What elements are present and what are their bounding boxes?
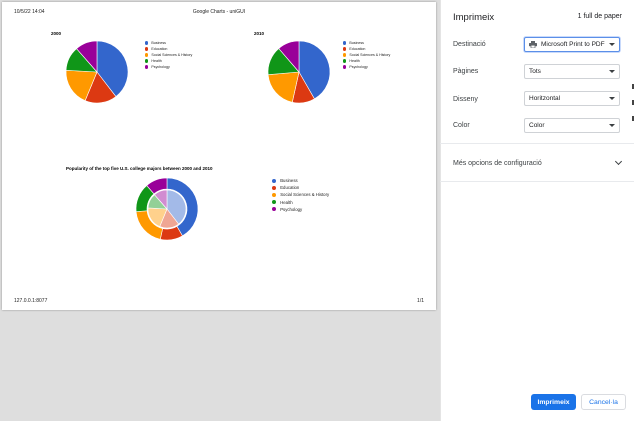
legend-label: Social Sciences & History (280, 192, 330, 198)
legend-swatch (272, 178, 277, 183)
side-scroll-marks (632, 84, 634, 121)
layout-value: Horitzontal (529, 95, 561, 102)
legend-swatch (343, 65, 347, 69)
print-footer-page: 1/1 (417, 298, 424, 304)
dropdown-arrow-icon (609, 70, 615, 73)
legend-diff: Business Education Social Sciences & Histo… (272, 177, 329, 213)
color-label: Color (453, 122, 470, 129)
chart-title-2010: 2010 (254, 31, 265, 36)
section-divider (440, 181, 634, 182)
chart-title-2000: 2000 (51, 31, 62, 36)
legend-2000: Business Education Social Sciences & Histo… (145, 40, 192, 70)
legend-2010: Business Education Social Sciences & Histo… (343, 40, 390, 70)
diff-legend-item-social-sciences-history: Social Sciences & History (272, 191, 329, 198)
preview-page: 10/5/22 14:04 Google Charts - uniGUI 200… (2, 2, 436, 310)
color-select[interactable]: Color (524, 118, 620, 133)
legend-label: Education (151, 47, 168, 51)
pie-chart-2010 (267, 40, 331, 104)
pages-label: Pàgines (453, 68, 479, 75)
print-header-title: Google Charts - uniGUI (192, 9, 246, 15)
printer-icon (529, 41, 537, 49)
pages-value: Tots (529, 68, 541, 75)
legend-label: Social Sciences & History (349, 53, 391, 57)
legend-swatch (272, 200, 277, 205)
legend-swatch (343, 59, 347, 63)
legend-label: Business (151, 41, 166, 45)
pages-select[interactable]: Tots (524, 64, 620, 79)
destination-label: Destinació (453, 41, 486, 48)
dropdown-arrow-icon (609, 43, 615, 46)
legend-label: Education (349, 47, 366, 51)
legend-swatch (145, 65, 149, 69)
legend-label: Business (349, 41, 364, 45)
legend-swatch (343, 47, 347, 51)
diff-pie-chart (135, 177, 199, 241)
chevron-down-icon (614, 157, 623, 166)
legend-label: Education (280, 185, 300, 191)
diff-legend-item-business: Business (272, 177, 329, 184)
legend-swatch (343, 53, 347, 57)
destination-value: Microsoft Print to PDF (541, 41, 605, 48)
destination-select[interactable]: Microsoft Print to PDF (524, 37, 620, 52)
dropdown-arrow-icon (609, 97, 615, 100)
layout-select[interactable]: Horitzontal (524, 91, 620, 106)
legend-label: Business (280, 178, 298, 184)
legend-label: Psychology (280, 206, 303, 212)
legend-swatch (272, 207, 277, 212)
legend-swatch (145, 59, 149, 63)
legend-label: Health (151, 59, 162, 63)
sheet-count: 1 full de paper (577, 13, 622, 20)
diff-legend-item-education: Education (272, 184, 329, 191)
legend-label: Psychology (349, 65, 368, 69)
color-value: Color (529, 122, 545, 129)
legend-label: Health (349, 59, 360, 63)
layout-label: Disseny (453, 96, 478, 103)
legend-swatch (145, 53, 149, 57)
legend-swatch (145, 47, 149, 51)
section-divider (440, 143, 634, 144)
legend-label: Social Sciences & History (151, 53, 193, 57)
legend-swatch (343, 41, 347, 45)
legend-swatch (272, 192, 277, 198)
legend-swatch (145, 41, 149, 45)
chart-title-diff: Popularity of the top five U.S. college … (66, 166, 213, 171)
legend-label: Health (280, 199, 293, 205)
diff-legend-item-psychology: Psychology (272, 206, 329, 213)
more-settings-label: Més opcions de configuració (453, 159, 542, 167)
print-footer-url: 127.0.0.1:8077 (14, 298, 48, 304)
print-dialog-title: Imprimeix (453, 12, 495, 23)
legend-swatch (272, 185, 277, 190)
pie-2000-legend-item-psychology: Psychology (145, 64, 192, 70)
pie-2010-legend-item-psychology: Psychology (343, 64, 390, 70)
print-preview-area: 10/5/22 14:04 Google Charts - uniGUI 200… (0, 0, 440, 421)
pie-chart-2000 (65, 40, 129, 104)
cancel-button[interactable]: Cancel·la (581, 394, 626, 410)
legend-label: Psychology (151, 65, 170, 69)
more-settings-toggle[interactable]: Més opcions de configuració (453, 157, 623, 169)
dropdown-arrow-icon (609, 124, 615, 127)
print-button[interactable]: Imprimeix (531, 394, 576, 410)
diff-legend-item-health: Health (272, 199, 329, 206)
